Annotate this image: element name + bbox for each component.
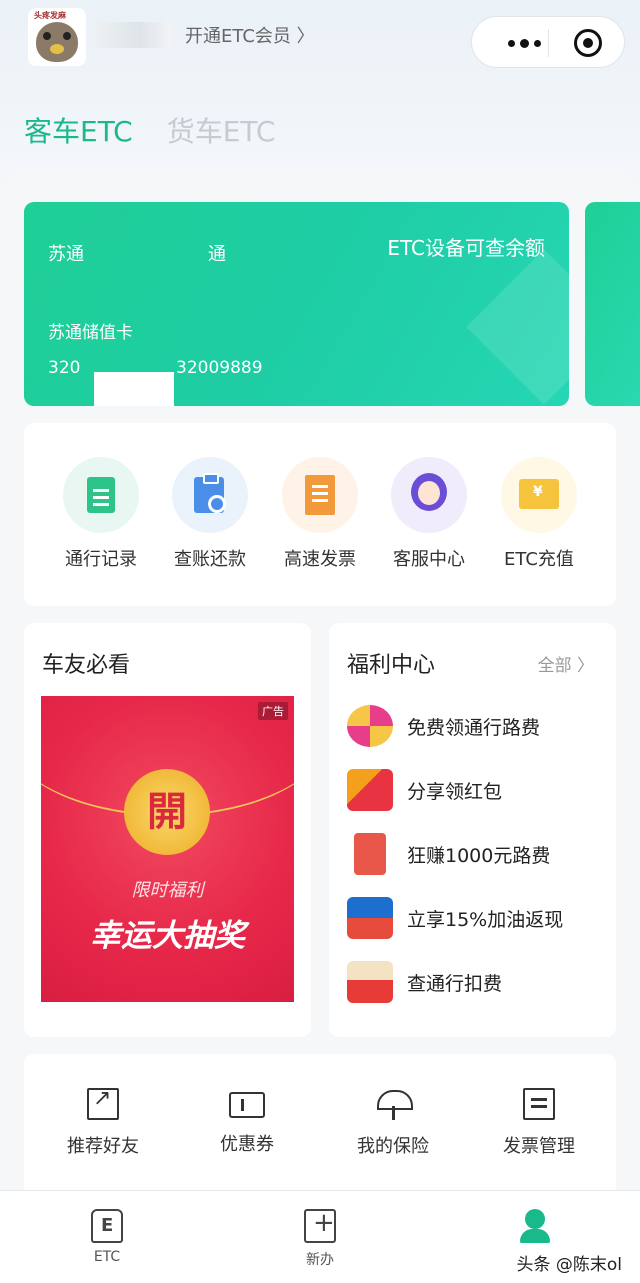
quick-action-recharge[interactable]: ETC充值 [484,457,594,571]
card-type: 苏通储值卡 [48,323,133,343]
profile-icon [518,1209,550,1243]
quick-action-customer-service[interactable]: 客服中心 [374,457,484,571]
welfare-center-panel: 福利中心 全部 〉 免费领通行路费 分享领红包 狂赚1000元路费 立享15%加… [329,623,616,1037]
tool-label: 推荐好友 [67,1136,139,1157]
welfare-item[interactable]: 狂赚1000元路费 [347,829,607,879]
quick-actions-panel: 通行记录 查账还款 高速发票 客服中心 ETC充值 [24,423,616,606]
prize-wheel-icon [347,705,393,747]
check-balance-link[interactable]: ETC设备可查余额 [387,232,545,261]
header: 头疼发麻 开通ETC会员 〉 [0,0,640,90]
umbrella-icon [377,1088,413,1120]
avatar-tag: 头疼发麻 [34,11,66,20]
etc-icon [91,1209,123,1243]
welfare-item-label: 立享15%加油返现 [407,909,564,931]
tool-recommend-friends[interactable]: 推荐好友 [48,1086,158,1158]
tool-label: 优惠券 [220,1134,274,1155]
redaction-mask [94,372,174,406]
welfare-item[interactable]: 查通行扣费 [347,957,607,1007]
quick-action-travel-records[interactable]: 通行记录 [46,457,156,571]
open-etc-membership-link[interactable]: 开通ETC会员 〉 [185,22,315,48]
invoice-icon [523,1088,555,1120]
customer-service-icon [391,457,467,533]
tool-label: 发票管理 [503,1136,575,1157]
tool-coupons[interactable]: 优惠券 [192,1088,302,1156]
ad-badge: 广告 [258,702,288,720]
welfare-item-label: 免费领通行路费 [407,717,541,739]
tab-truck-etc[interactable]: 货车ETC [167,110,276,150]
watermark: 头条 @陈末ol [516,1255,622,1275]
receipt-icon [282,457,358,533]
miniprogram-capsule [471,16,625,68]
tool-label: 我的保险 [357,1136,429,1157]
red-envelope-icon [354,833,386,875]
tool-invoice-management[interactable]: 发票管理 [484,1088,594,1158]
quick-action-label: 查账还款 [174,549,246,570]
vehicle-type-tabs: 客车ETC 货车ETC [24,110,275,150]
document-icon [63,457,139,533]
lucky-draw-ad-banner[interactable]: 广告 開 限时福利 幸运大抽奖 [41,696,294,1002]
user-avatar[interactable]: 头疼发麻 [28,8,86,66]
capsule-divider [548,29,549,57]
tabbar-etc[interactable]: ETC [67,1209,147,1265]
ad-subtitle: 限时福利 [131,880,204,901]
tabbar-label: ETC [93,1249,121,1265]
welfare-item[interactable]: 分享领红包 [347,765,607,815]
tabbar-new[interactable]: 新办 [280,1208,360,1269]
share-icon [87,1086,119,1120]
next-etc-card-peek[interactable] [585,202,640,406]
fuel-car-icon [347,897,393,939]
red-packet-share-icon [347,769,393,811]
close-miniprogram-icon[interactable] [574,29,602,57]
tab-passenger-etc[interactable]: 客车ETC [24,110,133,150]
must-see-panel: 车友必看 广告 開 限时福利 幸运大抽奖 [24,623,311,1037]
welfare-title: 福利中心 [347,653,436,678]
more-menu-icon[interactable] [494,31,554,55]
quick-action-label: ETC充值 [504,549,574,570]
card-number: 32009889 [176,358,263,378]
welfare-item-label: 查通行扣费 [407,973,503,995]
ad-title: 幸运大抽奖 [90,918,245,954]
recharge-card-icon [501,457,577,533]
welfare-item-label: 分享领红包 [407,781,503,803]
welfare-item[interactable]: 免费领通行路费 [347,701,607,751]
username-redacted [92,22,172,48]
welfare-item[interactable]: 立享15%加油返现 [347,893,607,943]
gift-packet-icon [347,961,393,1003]
tool-insurance[interactable]: 我的保险 [338,1088,448,1158]
quick-action-invoice[interactable]: 高速发票 [265,457,375,571]
open-coin-icon: 開 [124,769,210,855]
quick-action-label: 通行记录 [65,549,137,570]
quick-action-label: 高速发票 [284,549,356,570]
welfare-all-link[interactable]: 全部 〉 [538,651,594,676]
tools-panel: 推荐好友 优惠券 我的保险 发票管理 [24,1054,616,1204]
etc-card[interactable]: 苏通 通 ETC设备可查余额 苏通储值卡 320 32009889 [24,202,569,406]
quick-action-billing[interactable]: 查账还款 [155,457,265,571]
plate-number: 苏通 [48,244,84,265]
avatar-face-icon [36,22,78,62]
welfare-item-label: 狂赚1000元路费 [407,845,551,867]
tabbar-label: 新办 [306,1252,334,1268]
new-application-icon [304,1208,336,1243]
clipboard-search-icon [172,457,248,533]
must-see-title: 车友必看 [42,653,131,678]
plate-number-secondary: 通 [208,244,226,265]
quick-action-label: 客服中心 [393,549,465,570]
ticket-icon [229,1092,265,1118]
card-number-prefix: 320 [48,358,81,378]
